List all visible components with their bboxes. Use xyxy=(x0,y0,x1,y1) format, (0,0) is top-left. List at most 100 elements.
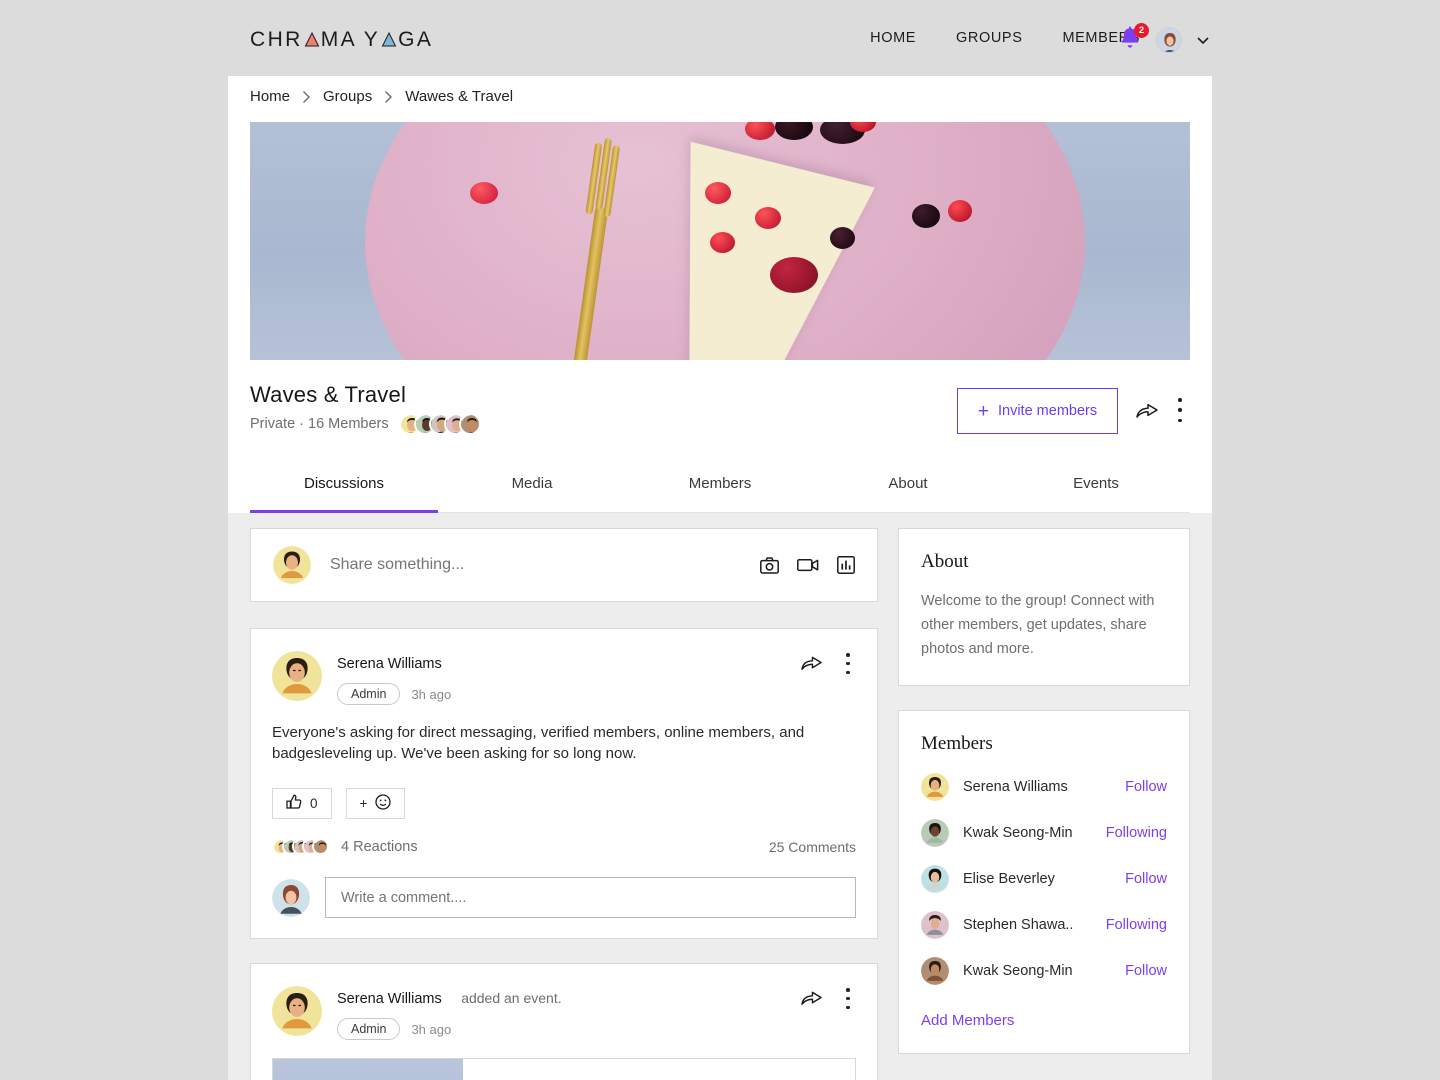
add-reaction-button[interactable]: + xyxy=(345,788,406,819)
notifications-button[interactable]: 2 xyxy=(1118,23,1149,54)
member-follow-action[interactable]: Following xyxy=(1106,917,1167,933)
brand-text-part-3: GA xyxy=(398,28,434,51)
member-name: Kwak Seong-Min xyxy=(963,825,1073,841)
cover-berry xyxy=(770,257,818,293)
group-meta: Private · 16 Members xyxy=(250,413,481,435)
member-name: Stephen Shawa.. xyxy=(963,917,1074,933)
reaction-avatars[interactable] xyxy=(272,838,329,855)
post-author-avatar[interactable] xyxy=(272,651,322,701)
member-follow-action[interactable]: Following xyxy=(1106,825,1167,841)
author-role-badge: Admin xyxy=(337,1018,401,1040)
member-name: Serena Williams xyxy=(963,779,1068,795)
comment-input[interactable]: Write a comment.... xyxy=(325,877,856,918)
post-composer[interactable]: Share something... xyxy=(250,528,878,602)
group-title: Waves & Travel xyxy=(250,382,407,407)
plus-icon: + xyxy=(359,796,368,811)
tab-members[interactable]: Members xyxy=(626,462,814,512)
page-root: CHR MA Y GA HOME GROUPS MEMBERS 2 Home G… xyxy=(0,0,1440,1080)
member-follow-action[interactable]: Follow xyxy=(1125,963,1167,979)
plus-icon: + xyxy=(977,400,989,422)
about-card: About Welcome to the group! Connect with… xyxy=(898,528,1190,686)
camera-icon[interactable] xyxy=(760,556,779,574)
post-more-options-button[interactable] xyxy=(840,988,856,1009)
tab-discussions[interactable]: Discussions xyxy=(250,462,438,513)
group-more-options-button[interactable] xyxy=(1172,398,1188,422)
invite-members-button[interactable]: + Invite members xyxy=(957,388,1118,434)
member-avatar xyxy=(921,911,949,939)
reaction-avatar xyxy=(312,838,329,855)
notification-badge: 2 xyxy=(1134,23,1149,38)
user-menu-chevron-down-icon[interactable] xyxy=(1196,33,1210,47)
sidebar-column: About Welcome to the group! Connect with… xyxy=(898,528,1190,1078)
dot xyxy=(1178,408,1182,412)
like-button[interactable]: 0 xyxy=(272,788,332,819)
nav-item-groups[interactable]: GROUPS xyxy=(956,30,1022,46)
cover-berry xyxy=(755,207,781,229)
member-avatar xyxy=(921,773,949,801)
cover-berry xyxy=(912,204,940,228)
tab-events[interactable]: Events xyxy=(1002,462,1190,512)
dot xyxy=(846,670,850,674)
breadcrumb-current: Wawes & Travel xyxy=(405,88,514,105)
reactions-count-label: 4 Reactions xyxy=(341,838,418,855)
comment-author-avatar xyxy=(272,878,310,917)
nav-right-cluster: 2 xyxy=(1118,23,1210,54)
post-timestamp: 3h ago xyxy=(411,686,452,702)
event-thumbnail-image xyxy=(273,1059,463,1080)
members-card: Members Serena Williams Follow Kwak Seon… xyxy=(898,710,1190,1054)
comments-count-label[interactable]: 25 Comments xyxy=(769,839,856,855)
poll-icon[interactable] xyxy=(837,556,855,574)
dot xyxy=(846,661,850,666)
member-list-item[interactable]: Kwak Seong-Min Follow xyxy=(921,957,1167,985)
post-author-avatar[interactable] xyxy=(272,986,322,1036)
user-avatar[interactable] xyxy=(1156,27,1182,53)
member-list-item[interactable]: Stephen Shawa.. Following xyxy=(921,911,1167,939)
like-count: 0 xyxy=(310,796,318,811)
share-group-button[interactable] xyxy=(1136,400,1158,422)
share-post-button[interactable] xyxy=(801,988,822,1014)
group-cover-photo xyxy=(250,122,1190,360)
breadcrumb-home[interactable]: Home xyxy=(250,88,290,105)
post-action-text: added an event. xyxy=(461,990,562,1006)
post-actions xyxy=(801,653,856,679)
cover-berry xyxy=(705,182,731,204)
post-item: Serena Williams Admin 3h ago Everyone's … xyxy=(250,628,878,939)
post-more-options-button[interactable] xyxy=(840,653,856,674)
breadcrumb-groups[interactable]: Groups xyxy=(323,88,372,105)
post-author-meta: Serena Williams added an event. Admin 3h… xyxy=(337,986,562,1040)
member-avatar xyxy=(921,819,949,847)
member-follow-action[interactable]: Follow xyxy=(1125,779,1167,795)
video-icon[interactable] xyxy=(797,557,819,573)
brand-logo[interactable]: CHR MA Y GA xyxy=(250,28,433,52)
member-name: Elise Beverley xyxy=(963,871,1055,887)
post-header: Serena Williams Admin 3h ago xyxy=(272,651,856,705)
tab-media[interactable]: Media xyxy=(438,462,626,512)
post-author-name: Serena Williams xyxy=(337,991,442,1007)
invite-members-label: Invite members xyxy=(997,403,1098,419)
members-card-title: Members xyxy=(921,733,993,754)
add-members-link[interactable]: Add Members xyxy=(921,1012,1167,1029)
member-list-item[interactable]: Kwak Seong-Min Following xyxy=(921,819,1167,847)
dot xyxy=(846,1005,850,1009)
brand-text-part-2: MA Y xyxy=(320,28,381,51)
share-post-button[interactable] xyxy=(801,653,822,679)
composer-avatar xyxy=(273,546,311,584)
brand-triangle-right-icon xyxy=(381,32,397,48)
member-avatar xyxy=(921,865,949,893)
post-timestamp: 3h ago xyxy=(411,1021,452,1037)
post-item: Serena Williams added an event. Admin 3h… xyxy=(250,963,878,1080)
post-author-name: Serena Williams xyxy=(337,656,442,672)
comment-placeholder: Write a comment.... xyxy=(341,889,467,906)
tab-about[interactable]: About xyxy=(814,462,1002,512)
group-member-avatars[interactable] xyxy=(398,413,481,435)
dot xyxy=(846,653,850,657)
member-list-item[interactable]: Serena Williams Follow xyxy=(921,773,1167,801)
brand-text-part-1: CHR xyxy=(250,28,303,51)
member-follow-action[interactable]: Follow xyxy=(1125,871,1167,887)
composer-icons xyxy=(760,556,855,574)
comment-composer-row: Write a comment.... xyxy=(272,877,856,918)
member-list-item[interactable]: Elise Beverley Follow xyxy=(921,865,1167,893)
post-badge-row: Admin 3h ago xyxy=(337,1018,562,1040)
nav-item-home[interactable]: HOME xyxy=(870,30,916,46)
event-card[interactable]: Lecture about surfing, Register Now xyxy=(272,1058,856,1080)
